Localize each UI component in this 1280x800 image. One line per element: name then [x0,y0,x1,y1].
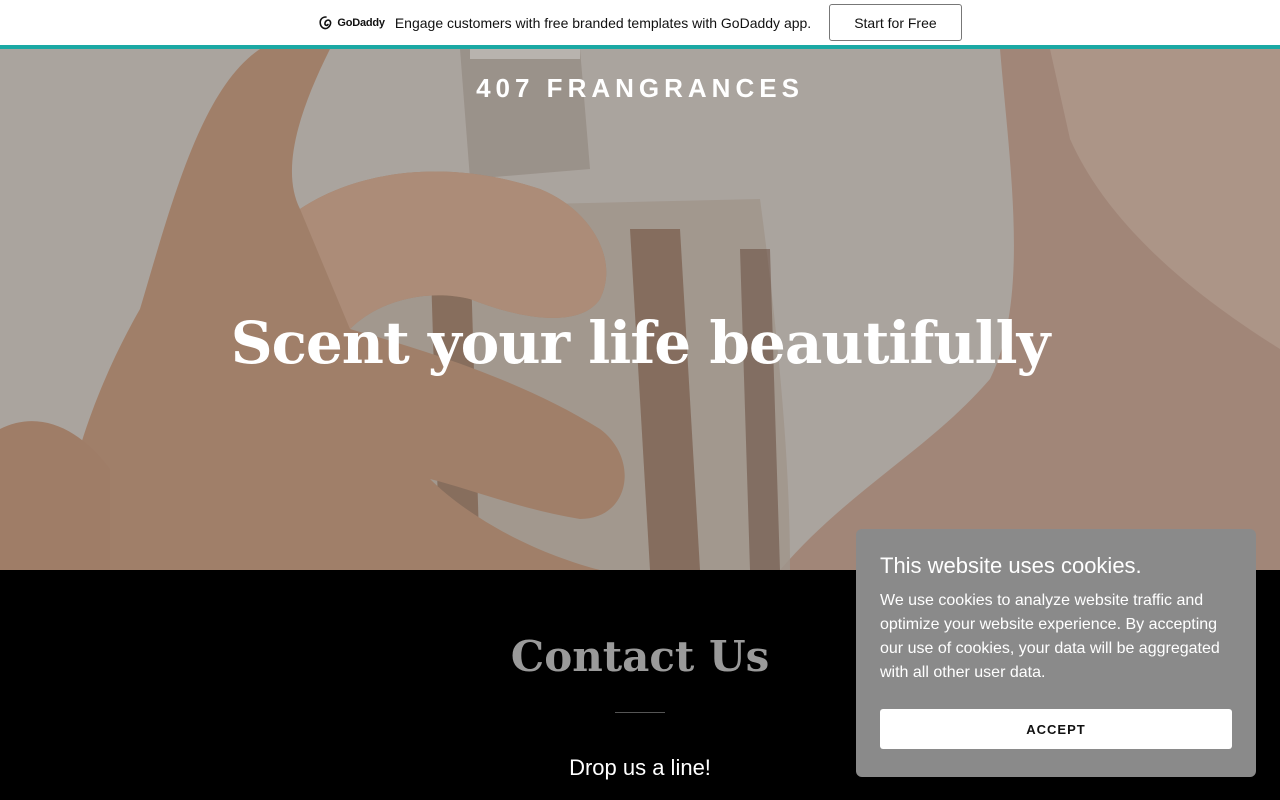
hero-banner: 407 FRANGRANCES Scent your life beautifu… [0,49,1280,570]
accept-cookies-button[interactable]: ACCEPT [880,709,1232,749]
hero-tagline: Scent your life beautifully [230,309,1051,377]
site-brand-title[interactable]: 407 FRANGRANCES [0,73,1280,104]
godaddy-logo-text: GoDaddy [337,16,385,29]
cookie-title: This website uses cookies. [880,553,1142,578]
promo-bar: GoDaddy Engage customers with free brand… [0,0,1280,45]
godaddy-logo-icon [319,15,332,29]
cookie-banner: This website uses cookies. We use cookie… [856,529,1256,777]
promo-message: Engage customers with free branded templ… [394,14,812,31]
cookie-message: We use cookies to analyze website traffi… [880,592,1220,681]
start-for-free-button[interactable]: Start for Free [829,4,962,41]
godaddy-logo[interactable]: GoDaddy [318,15,385,31]
section-divider [615,712,665,713]
